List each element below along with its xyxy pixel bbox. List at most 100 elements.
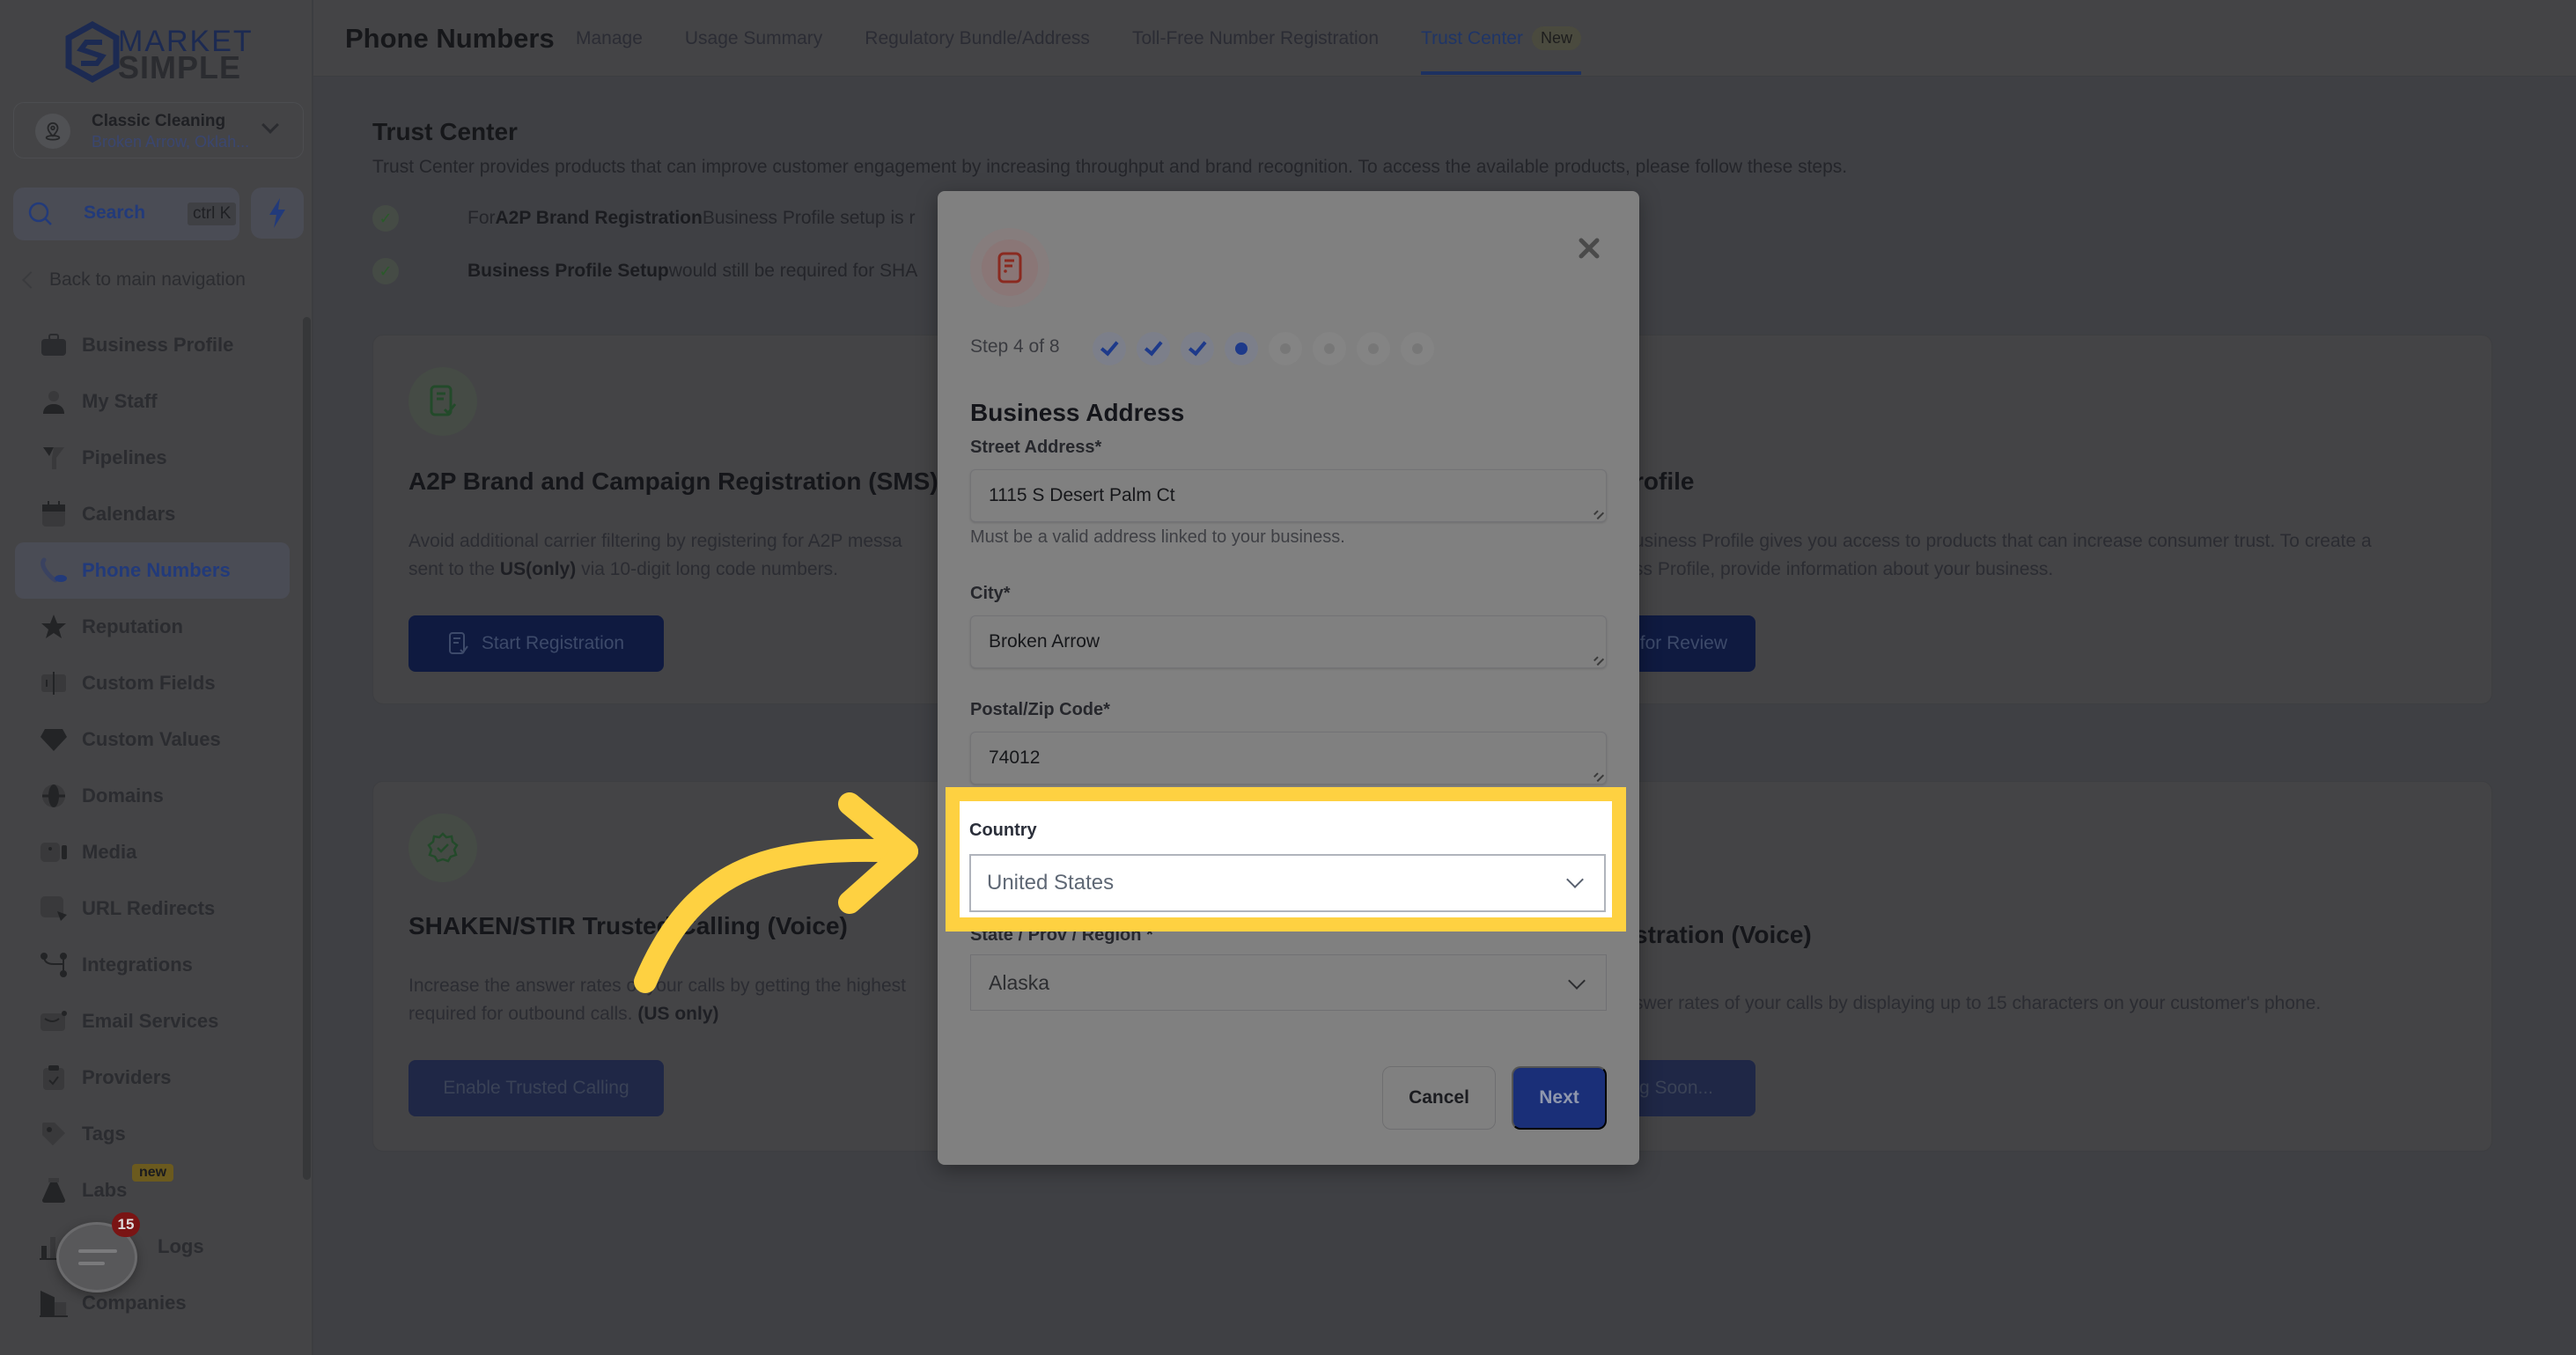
card-description-line2: required for outbound calls. (US only): [408, 1000, 719, 1028]
input-value: Broken Arrow: [989, 631, 1100, 652]
sidebar-item-reputation[interactable]: Reputation: [15, 599, 290, 655]
sidebar-scrollbar[interactable]: [303, 317, 311, 1180]
street-address-hint: Must be a valid address linked to your b…: [970, 527, 1345, 547]
sidebar-item-business-profile[interactable]: Business Profile: [15, 317, 290, 373]
globe-icon: [40, 782, 68, 810]
pending-dot-icon: [1280, 343, 1291, 354]
close-icon: [1579, 238, 1600, 259]
resize-handle-icon[interactable]: [1591, 652, 1605, 666]
step-completed: [1093, 332, 1126, 365]
submit-for-review-button[interactable]: for Review: [1623, 615, 1755, 672]
req-suffix: would still be required for SHA: [668, 261, 918, 281]
location-address: Broken Arrow, Oklah...: [92, 133, 250, 151]
user-icon: [40, 387, 68, 416]
sidebar-item-audit-logs[interactable]: Logs: [15, 1219, 290, 1275]
street-address-label: Street Address*: [970, 438, 1102, 457]
tab-label: Toll-Free Number Registration: [1131, 27, 1380, 48]
document-icon: [997, 252, 1022, 284]
postal-code-label: Postal/Zip Code*: [970, 700, 1110, 719]
tab-trust-center[interactable]: Trust Center New: [1421, 0, 1581, 77]
quick-actions-button[interactable]: [251, 188, 304, 239]
sidebar-item-integrations[interactable]: Integrations: [15, 937, 290, 993]
cancel-button[interactable]: Cancel: [1382, 1066, 1496, 1130]
sidebar-item-email-services[interactable]: Email Services: [15, 993, 290, 1049]
search-button[interactable]: Search ctrl K: [13, 188, 239, 240]
notification-count-badge: 15: [112, 1212, 140, 1237]
tab-regulatory-bundle[interactable]: Regulatory Bundle/Address: [865, 0, 1090, 77]
sidebar-item-calendars[interactable]: Calendars: [15, 486, 290, 542]
city-label: City*: [970, 584, 1011, 603]
resize-handle-icon[interactable]: [1591, 506, 1605, 520]
tab-manage[interactable]: Manage: [576, 0, 643, 77]
step-current: [1225, 332, 1258, 365]
tab-usage-summary[interactable]: Usage Summary: [685, 0, 822, 77]
sidebar-item-providers[interactable]: Providers: [15, 1049, 290, 1106]
back-to-main-navigation[interactable]: Back to main navigation: [19, 269, 246, 291]
chat-icon: [78, 1249, 117, 1253]
pending-dot-icon: [1412, 343, 1423, 354]
tab-label: Manage: [576, 27, 643, 48]
trust-center-description: Trust Center provides products that can …: [372, 157, 1848, 177]
sidebar-item-custom-values[interactable]: Custom Values: [15, 711, 290, 768]
step-pending: [1401, 332, 1434, 365]
step-pending: [1313, 332, 1346, 365]
sidebar-nav: Business Profile My Staff Pipelines Cale…: [15, 317, 290, 1331]
button-label: g Soon...: [1638, 1078, 1713, 1098]
pending-dot-icon: [1368, 343, 1379, 354]
location-switcher[interactable]: Classic Cleaning Broken Arrow, Oklah...: [13, 102, 304, 158]
sidebar-item-pipelines[interactable]: Pipelines: [15, 430, 290, 486]
flask-icon: [40, 1176, 68, 1204]
sidebar-item-labs[interactable]: Labs new: [15, 1162, 290, 1219]
back-label: Back to main navigation: [49, 269, 246, 290]
sidebar-item-tags[interactable]: Tags: [15, 1106, 290, 1162]
sidebar-item-my-staff[interactable]: My Staff: [15, 373, 290, 430]
redirect-icon: [40, 895, 68, 923]
city-input[interactable]: Broken Arrow: [970, 615, 1607, 668]
phone-icon: [40, 556, 68, 585]
modal-icon-container: [970, 228, 1049, 307]
text-bold: US(only): [499, 559, 577, 579]
briefcase-icon: [40, 331, 68, 359]
req-suffix: Business Profile setup is r: [702, 208, 916, 228]
video-icon: [40, 838, 68, 866]
button-label: Enable Trusted Calling: [443, 1078, 629, 1098]
checkmark-icon: [1144, 336, 1163, 356]
card-description-line2: ss Profile, provide information about yo…: [1634, 559, 2054, 579]
step-pending: [1269, 332, 1302, 365]
card-description: swer rates of your calls by displaying u…: [1634, 993, 2322, 1013]
enable-trusted-calling-button[interactable]: Enable Trusted Calling: [408, 1060, 664, 1116]
tab-label: Trust Center: [1421, 27, 1523, 48]
sidebar-item-custom-fields[interactable]: Custom Fields: [15, 655, 290, 711]
chat-icon-line: [78, 1262, 105, 1265]
start-registration-button[interactable]: Start Registration: [408, 615, 664, 672]
street-address-input[interactable]: 1115 S Desert Palm Ct: [970, 469, 1607, 522]
sidebar-item-companies[interactable]: Companies: [15, 1275, 290, 1331]
card-description: usiness Profile gives you access to prod…: [1634, 531, 2372, 551]
verified-badge-icon: [408, 814, 477, 882]
button-label: Start Registration: [481, 633, 625, 653]
funnel-icon: [40, 444, 68, 472]
coming-soon-button[interactable]: g Soon...: [1623, 1060, 1755, 1116]
sidebar-item-url-redirects[interactable]: URL Redirects: [15, 880, 290, 937]
chat-widget-button[interactable]: 15: [56, 1212, 140, 1292]
logo-mark-icon: [65, 21, 120, 83]
close-button[interactable]: [1574, 233, 1604, 263]
star-icon: [40, 613, 68, 641]
step-pending: [1357, 332, 1390, 365]
resize-handle-icon[interactable]: [1591, 769, 1605, 783]
next-button[interactable]: Next: [1512, 1066, 1607, 1130]
country-select[interactable]: United States: [969, 854, 1606, 912]
state-select[interactable]: Alaska: [970, 954, 1607, 1011]
sidebar-item-phone-numbers[interactable]: Phone Numbers: [15, 542, 290, 599]
postal-code-input[interactable]: 74012: [970, 732, 1607, 784]
trust-center-title: Trust Center: [372, 118, 518, 145]
card-description: Increase the answer rates of your calls …: [408, 976, 906, 996]
requirement-item: ✓ Business Profile Setup would still be …: [372, 258, 917, 284]
country-field-highlight: Country United States: [946, 787, 1626, 932]
tab-bar: Manage Usage Summary Regulatory Bundle/A…: [576, 0, 1623, 77]
market-simple-logo[interactable]: MARKET SIMPLE: [62, 21, 255, 85]
sidebar-item-domains[interactable]: Domains: [15, 768, 290, 824]
tab-toll-free-registration[interactable]: Toll-Free Number Registration: [1132, 0, 1379, 77]
sidebar-item-media[interactable]: Media: [15, 824, 290, 880]
country-label: Country: [969, 821, 1037, 840]
